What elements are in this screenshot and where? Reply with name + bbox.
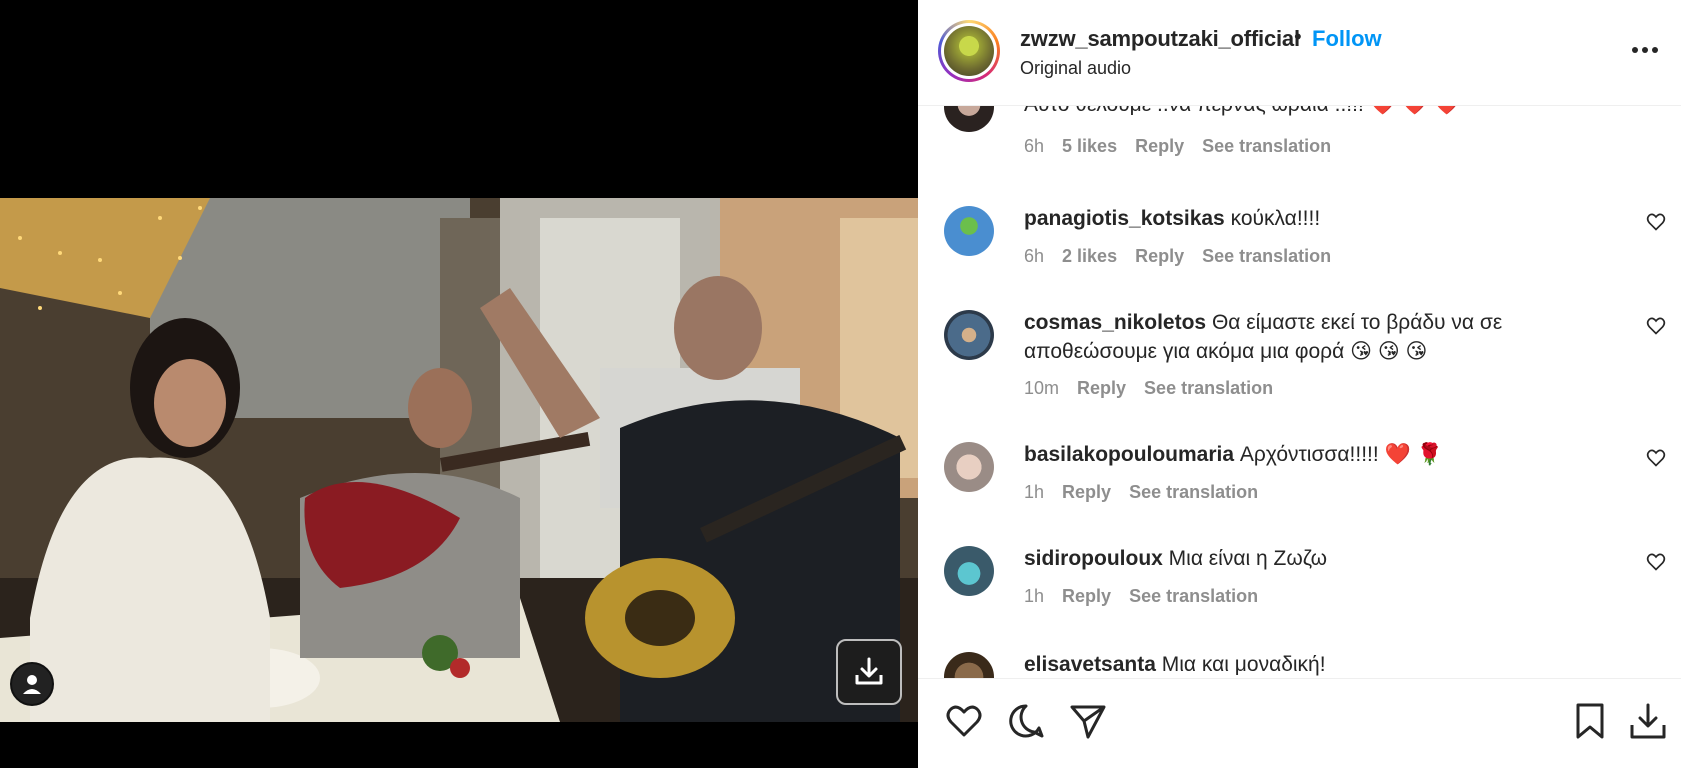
comment-icon[interactable] bbox=[1006, 701, 1046, 741]
bookmark-icon[interactable] bbox=[1570, 701, 1610, 741]
media-panel bbox=[0, 0, 918, 768]
reply-button[interactable]: Reply bbox=[1135, 246, 1184, 267]
comment-avatar[interactable] bbox=[944, 206, 994, 256]
comment-like-heart-icon[interactable] bbox=[1646, 212, 1666, 232]
reply-button[interactable]: Reply bbox=[1062, 482, 1111, 503]
heart-icon[interactable] bbox=[944, 701, 984, 741]
comment-avatar[interactable] bbox=[944, 652, 994, 678]
comment-text: cosmas_nikoletos Θα είμαστε εκεί το βράδ… bbox=[1024, 311, 1503, 363]
comment-meta: 10m Reply See translation bbox=[1024, 378, 1273, 399]
see-translation-button[interactable]: See translation bbox=[1129, 482, 1258, 503]
comment-meta: 6h 5 likes Reply See translation bbox=[1024, 136, 1331, 157]
see-translation-button[interactable]: See translation bbox=[1144, 378, 1273, 399]
comment-like-heart-icon[interactable] bbox=[1646, 316, 1666, 336]
reply-button[interactable]: Reply bbox=[1062, 586, 1111, 607]
see-translation-button[interactable]: See translation bbox=[1202, 136, 1331, 157]
author-username[interactable]: zwzw_sampoutzaki_official bbox=[1020, 26, 1300, 52]
video-frame bbox=[0, 198, 918, 722]
video-player[interactable] bbox=[0, 198, 918, 722]
comment-time: 6h bbox=[1024, 246, 1045, 266]
comment-time: 10m bbox=[1024, 378, 1060, 398]
see-translation-button[interactable]: See translation bbox=[1129, 586, 1258, 607]
profile-avatar[interactable] bbox=[938, 20, 1000, 82]
follow-button[interactable]: Follow bbox=[1312, 26, 1382, 52]
user-icon bbox=[23, 675, 41, 694]
download-icon[interactable] bbox=[1628, 701, 1668, 741]
download-icon bbox=[855, 657, 883, 685]
comment-likes[interactable]: 5 likes bbox=[1062, 136, 1117, 157]
comment-text: basilakopouloumaria Αρχόντισσα!!!!! ❤️ 🌹 bbox=[1024, 443, 1443, 466]
comment-username[interactable]: basilakopouloumaria bbox=[1024, 443, 1234, 466]
see-translation-button[interactable]: See translation bbox=[1202, 246, 1331, 267]
comment-text: sidiropouloux Μια είναι η Ζωζω bbox=[1024, 547, 1327, 570]
comment-meta: 1h Reply See translation bbox=[1024, 586, 1258, 607]
comment-meta: 6h 2 likes Reply See translation bbox=[1024, 246, 1331, 267]
comment-time: 1h bbox=[1024, 482, 1045, 502]
comment-username[interactable]: panagiotis_kotsikas bbox=[1024, 207, 1225, 230]
audio-label[interactable]: Original audio bbox=[1020, 58, 1131, 79]
comment-like-heart-icon[interactable] bbox=[1646, 552, 1666, 572]
comment-avatar[interactable] bbox=[944, 442, 994, 492]
more-icon[interactable] bbox=[1632, 40, 1662, 60]
comment-like-heart-icon[interactable] bbox=[1646, 448, 1666, 468]
comment-avatar[interactable] bbox=[944, 546, 994, 596]
comment-time: 1h bbox=[1024, 586, 1045, 606]
comment-text: panagiotis_kotsikas κούκλα!!!! bbox=[1024, 207, 1321, 230]
comment-username[interactable]: elisavetsanta bbox=[1024, 653, 1156, 676]
reply-button[interactable]: Reply bbox=[1135, 136, 1184, 157]
comment-time: 6h bbox=[1024, 136, 1045, 156]
post-panel: zwzw_sampoutzaki_official • Follow Origi… bbox=[918, 0, 1681, 768]
audio-user-button[interactable] bbox=[10, 662, 54, 706]
post-header: zwzw_sampoutzaki_official • Follow Origi… bbox=[918, 0, 1681, 106]
comment-likes[interactable]: 2 likes bbox=[1062, 246, 1117, 267]
download-overlay-button[interactable] bbox=[836, 639, 902, 705]
comment-avatar[interactable] bbox=[944, 310, 994, 360]
separator-dot: • bbox=[1294, 24, 1302, 49]
comments-list: Αυτό θέλουμε ..να περνάς ωραία ..!!! ❤️ … bbox=[918, 106, 1681, 678]
comment-meta: 1h Reply See translation bbox=[1024, 482, 1258, 503]
reply-button[interactable]: Reply bbox=[1077, 378, 1126, 399]
comment-username[interactable]: sidiropouloux bbox=[1024, 547, 1163, 570]
comment-avatar[interactable] bbox=[944, 106, 994, 132]
comment-username[interactable]: cosmas_nikoletos bbox=[1024, 311, 1206, 334]
share-icon[interactable] bbox=[1068, 701, 1108, 741]
comment-text: Αυτό θέλουμε ..να περνάς ωραία ..!!! ❤️ … bbox=[1024, 106, 1584, 119]
action-bar bbox=[918, 678, 1681, 768]
comment-text: elisavetsanta Μια και μοναδική! bbox=[1024, 653, 1326, 676]
